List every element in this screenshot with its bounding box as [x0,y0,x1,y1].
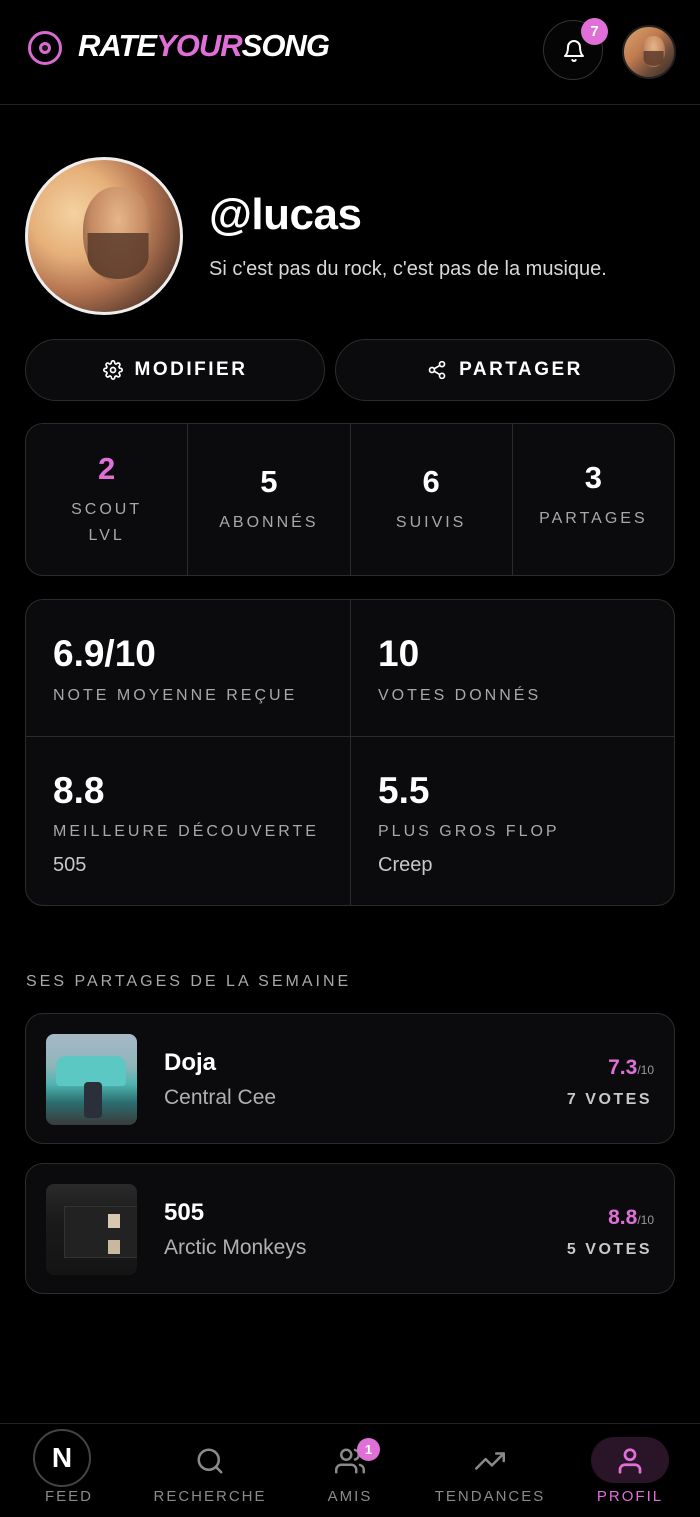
friends-count-badge: 1 [357,1438,380,1461]
metric-song-name: 505 [53,854,87,876]
metric-average-rating: 6.9/10 NOTE MOYENNE REÇUE [26,600,351,737]
profile-bio: Si c'est pas du rock, c'est pas de la mu… [209,258,607,280]
stat-value: 3 [584,460,602,495]
metric-label: PLUS GROS FLOP [378,823,560,840]
gear-icon [102,360,123,380]
metric-votes-given: 10 VOTES DONNÉS [351,600,674,737]
app-header: RATEYOURSONG 7 [0,0,700,105]
stat-label: SUIVIS [395,513,467,531]
header-avatar[interactable] [622,25,676,79]
share-profile-button[interactable]: PARTAGER [335,339,675,401]
nav-search[interactable]: RECHERCHE [140,1424,280,1517]
vinyl-logo-icon [28,31,62,65]
profile-avatar-beard [87,232,149,279]
bottom-nav: N FEED RECHERCHE 1 AMIS TENDANCES PROFIL [0,1423,700,1517]
user-icon [618,1448,642,1474]
song-card[interactable]: Doja Central Cee 7.3/10 7 VOTES [25,1013,675,1144]
share-icon [428,360,446,380]
metric-value: 10 [378,633,420,674]
notification-count-badge: 7 [581,18,608,45]
metric-label: NOTE MOYENNE REÇUE [53,687,298,704]
song-score: 7.3/10 [608,1056,654,1080]
song-score: 8.8/10 [608,1206,654,1230]
metric-label: MEILLEURE DÉCOUVERTE [53,823,319,840]
edit-profile-button[interactable]: MODIFIER [25,339,325,401]
song-votes: 7 VOTES [566,1091,652,1108]
nav-trends[interactable]: TENDANCES [420,1424,560,1517]
metric-song-name: Creep [378,854,433,876]
stat-label: SCOUT LVL [71,500,143,544]
metric-biggest-flop: 5.5 PLUS GROS FLOP Creep [351,737,674,905]
profile-username: @lucas [209,190,362,239]
stat-value: 2 [98,450,116,486]
nav-label: RECHERCHE [153,1488,267,1505]
song-title: Doja [164,1049,217,1076]
stat-following[interactable]: 6 SUIVIS [351,424,513,575]
nav-label: PROFIL [596,1488,664,1505]
profile-avatar [25,157,183,315]
share-profile-label: PARTAGER [459,359,583,380]
logo-text-rate: RATE [78,28,157,63]
song-card[interactable]: 505 Arctic Monkeys 8.8/10 5 VOTES [25,1163,675,1294]
stat-label: PARTAGES [539,510,648,527]
song-score-value: 8.8 [608,1206,638,1229]
nav-label: FEED [44,1488,93,1505]
metric-label: VOTES DONNÉS [378,687,542,704]
metric-value: 6.9/10 [53,633,156,674]
logo-text-your: YOUR [156,28,243,63]
trending-up-icon [475,1452,505,1470]
song-score-scale: /10 [637,1063,654,1077]
bell-icon [564,40,584,62]
weekly-shares-title: SES PARTAGES DE LA SEMAINE [26,973,352,990]
nav-profile[interactable]: PROFIL [560,1424,700,1517]
metric-best-discovery: 8.8 MEILLEURE DÉCOUVERTE 505 [26,737,351,905]
song-votes: 5 VOTES [566,1241,652,1258]
app-logo[interactable]: RATEYOURSONG [78,28,330,64]
avatar-beard-shape [643,51,664,66]
nav-label: AMIS [327,1488,373,1505]
song-score-value: 7.3 [608,1056,638,1079]
nav-label: TENDANCES [434,1488,546,1505]
song-artist: Central Cee [164,1086,277,1109]
stat-scout-level: 2 SCOUT LVL [26,424,189,575]
stat-shares: 3 PARTAGES [513,424,674,575]
logo-text-song: SONG [241,28,330,63]
edit-profile-label: MODIFIER [134,359,248,380]
stat-label: ABONNÉS [219,513,319,531]
nav-friends[interactable]: 1 AMIS [280,1424,420,1517]
song-artist: Arctic Monkeys [164,1236,307,1259]
album-cover [46,1184,137,1275]
album-cover [46,1034,137,1125]
song-score-scale: /10 [637,1213,654,1227]
stat-value: 6 [422,463,440,499]
metric-value: 5.5 [378,770,430,811]
stat-followers[interactable]: 5 ABONNÉS [188,424,351,575]
profile-stats: 2 SCOUT LVL 5 ABONNÉS 6 SUIVIS 3 PARTAGE… [25,423,675,576]
search-icon [197,1448,223,1474]
nav-feed[interactable]: N FEED [0,1424,140,1517]
feed-icon: N [33,1429,91,1487]
metric-value: 8.8 [53,770,105,811]
stat-value: 5 [260,463,278,499]
profile-metrics: 6.9/10 NOTE MOYENNE REÇUE 10 VOTES DONNÉ… [25,599,675,906]
song-title: 505 [164,1199,205,1226]
